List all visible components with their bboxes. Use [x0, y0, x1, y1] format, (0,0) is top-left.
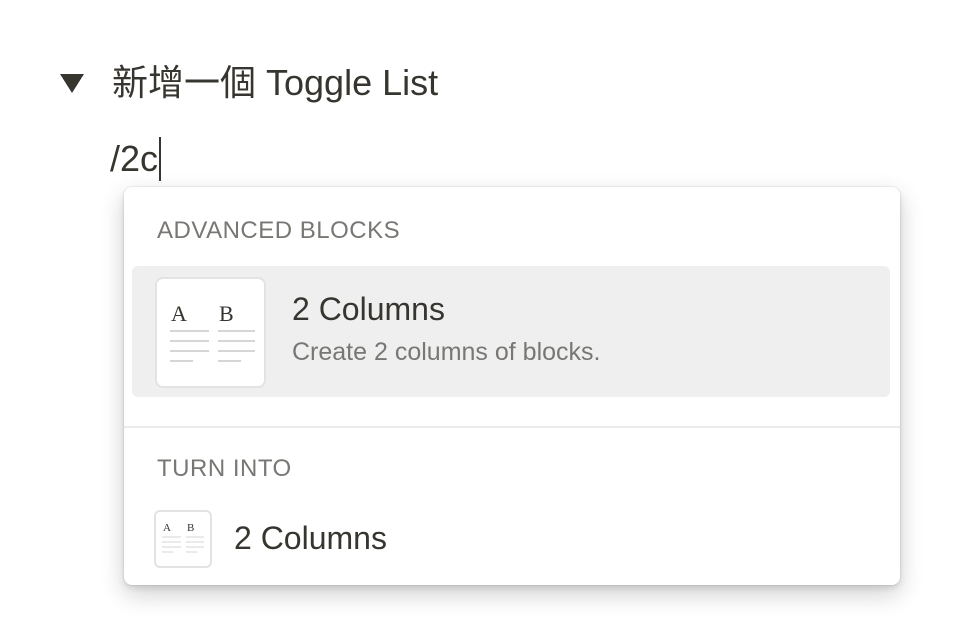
page: 新增一個 Toggle List /2c ADVANCED BLOCKS A B — [0, 0, 958, 638]
section-header-turn-into: TURN INTO — [157, 455, 292, 482]
section-header-advanced-blocks: ADVANCED BLOCKS — [157, 217, 401, 244]
triangle-down-icon[interactable] — [58, 69, 86, 97]
turn-into-item-2-columns[interactable]: A B 2 Columns — [124, 497, 900, 583]
slash-command-line[interactable]: /2c — [110, 132, 162, 186]
two-columns-thumbnail-icon: A B — [154, 510, 212, 568]
thumb-letter-b: B — [219, 301, 234, 326]
two-columns-thumbnail-icon: A B — [155, 277, 266, 388]
toggle-block: 新增一個 Toggle List — [58, 56, 438, 110]
thumb-letter-a: A — [163, 522, 171, 534]
menu-item-description: Create 2 columns of blocks. — [292, 338, 601, 366]
slash-command-text[interactable]: /2c — [110, 132, 158, 186]
section-divider — [124, 426, 900, 428]
menu-item-2-columns[interactable]: A B 2 Columns Create 2 columns of blocks… — [132, 266, 890, 397]
slash-command-menu: ADVANCED BLOCKS A B 2 Columns Create 2 c… — [124, 187, 900, 585]
thumb-letter-a: A — [171, 301, 187, 326]
menu-item-title: 2 Columns — [292, 291, 445, 327]
text-caret — [159, 137, 162, 181]
thumb-letter-b: B — [187, 522, 194, 534]
turn-into-item-title: 2 Columns — [234, 520, 387, 556]
toggle-title[interactable]: 新增一個 Toggle List — [112, 56, 438, 110]
